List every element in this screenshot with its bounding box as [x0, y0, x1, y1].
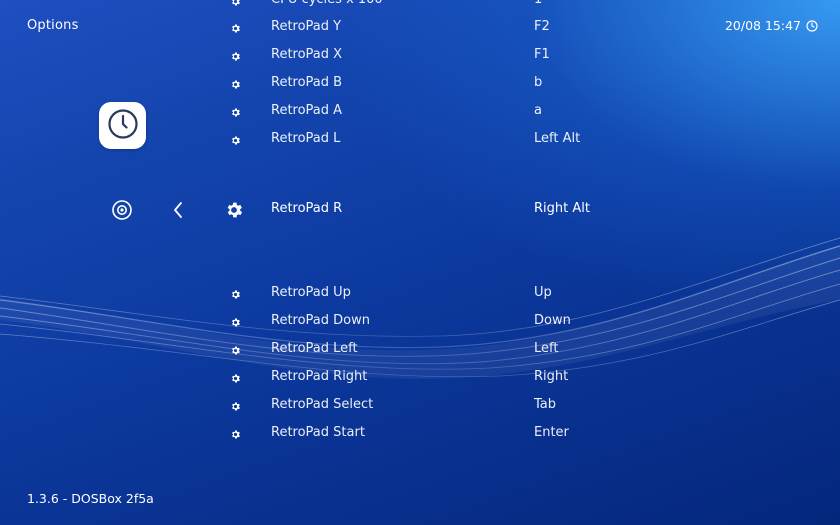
gear-icon	[228, 315, 242, 329]
gear-icon	[228, 105, 242, 119]
menu-item-label: CPU cycles x 100	[271, 0, 383, 7]
menu-item[interactable]: RetroPad L Left Alt	[0, 130, 840, 150]
menu-item-value: Enter	[534, 425, 569, 440]
gear-icon	[228, 343, 242, 357]
gear-icon	[228, 0, 242, 8]
menu-item[interactable]: RetroPad Down Down	[0, 312, 840, 332]
menu-item-label: RetroPad Up	[271, 285, 351, 300]
menu-item[interactable]: RetroPad R Right Alt	[0, 200, 840, 220]
gear-icon	[228, 77, 242, 91]
menu-item-label: RetroPad Select	[271, 397, 374, 412]
menu-item-value: Right Alt	[534, 201, 590, 216]
menu-item[interactable]: CPU cycles x 100 1	[0, 0, 840, 11]
version-label: 1.3.6 - DOSBox 2f5a	[27, 491, 154, 506]
menu-item-label: RetroPad A	[271, 103, 343, 118]
menu-item-value: Tab	[534, 397, 557, 412]
menu-item-value: b	[534, 75, 543, 90]
menu-item-value: Up	[534, 285, 552, 300]
menu-item-value: F2	[534, 19, 550, 34]
gear-icon	[228, 399, 242, 413]
gear-icon	[228, 287, 242, 301]
menu-item[interactable]: RetroPad Left Left	[0, 340, 840, 360]
gear-icon	[228, 427, 242, 441]
gear-icon	[228, 371, 242, 385]
gear-icon	[228, 49, 242, 63]
menu-item-value: Right	[534, 369, 569, 384]
menu-item[interactable]: RetroPad Y F2	[0, 18, 840, 38]
menu-item[interactable]: RetroPad B b	[0, 74, 840, 94]
menu-item-label: RetroPad Left	[271, 341, 358, 356]
menu-item-label: RetroPad R	[271, 201, 343, 216]
menu-item-value: F1	[534, 47, 550, 62]
menu-item-value: Left	[534, 341, 559, 356]
menu-item-label: RetroPad B	[271, 75, 343, 90]
menu-item-value: Down	[534, 313, 571, 328]
menu-item-label: RetroPad L	[271, 131, 341, 146]
menu-item[interactable]: RetroPad Start Enter	[0, 424, 840, 444]
menu-item[interactable]: RetroPad Up Up	[0, 284, 840, 304]
menu-item-value: a	[534, 103, 542, 118]
menu-item-value: Left Alt	[534, 131, 581, 146]
menu-item-label: RetroPad Y	[271, 19, 342, 34]
menu-item-value: 1	[534, 0, 542, 7]
menu-item-label: RetroPad Start	[271, 425, 365, 440]
gear-icon	[228, 133, 242, 147]
menu-item[interactable]: RetroPad Right Right	[0, 368, 840, 388]
menu-item[interactable]: RetroPad Select Tab	[0, 396, 840, 416]
menu-item-label: RetroPad X	[271, 47, 343, 62]
menu-item[interactable]: RetroPad X F1	[0, 46, 840, 66]
gear-icon	[224, 200, 244, 220]
menu-item-label: RetroPad Right	[271, 369, 368, 384]
menu-item-label: RetroPad Down	[271, 313, 370, 328]
menu-item[interactable]: RetroPad A a	[0, 102, 840, 122]
gear-icon	[228, 21, 242, 35]
